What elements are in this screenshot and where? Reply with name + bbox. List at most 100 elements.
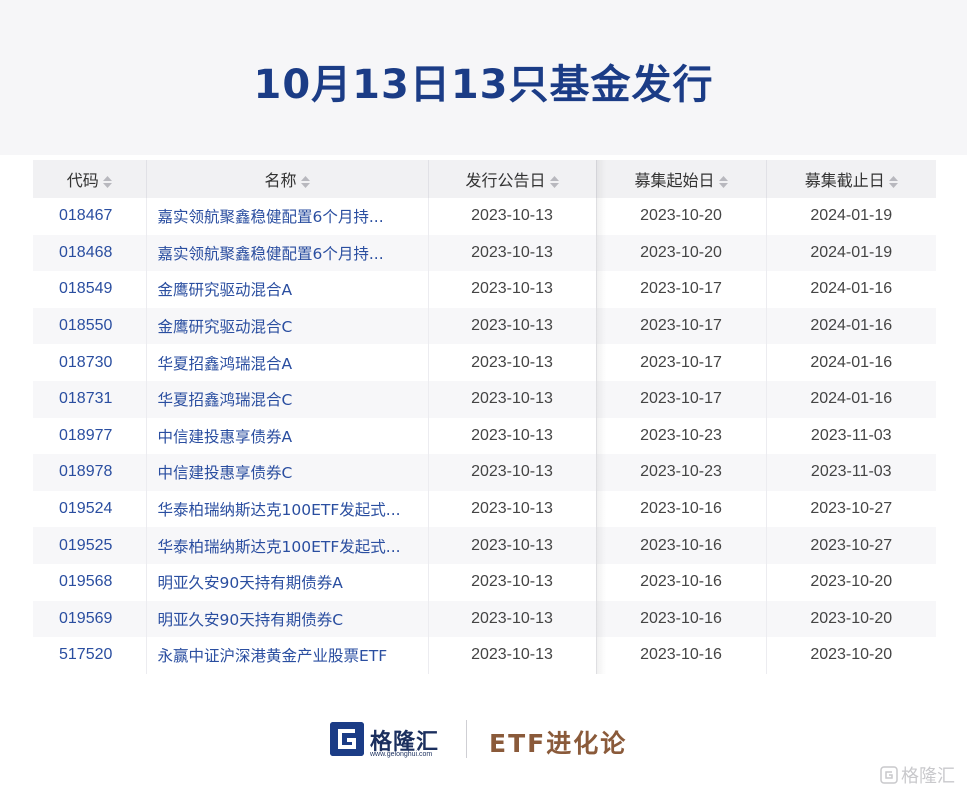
end-date: 2023-10-20 — [810, 609, 893, 627]
announce-date: 2023-10-13 — [428, 454, 597, 491]
end-date: 2023-10-27 — [810, 500, 893, 518]
start-date: 2023-10-16 — [596, 563, 767, 601]
start-date: 2023-10-17 — [596, 344, 767, 381]
fund-code-link[interactable]: 517520 — [33, 637, 147, 674]
end-date: 2024-01-19 — [810, 243, 893, 261]
sort-arrows-icon[interactable] — [300, 175, 310, 188]
fund-code-link[interactable]: 018730 — [33, 344, 147, 381]
announce-date: 2023-10-13 — [428, 527, 597, 564]
table-row: 018731 华夏招鑫鸿瑞混合C 2023-10-13 2023-10-17 2024-… — [33, 380, 936, 418]
start-date: 2023-10-16 — [596, 600, 767, 638]
table-row: 019568 明亚久安90天持有期债券A 2023-10-13 2023-10-16 2… — [33, 563, 936, 601]
end-date: 2024-01-16 — [810, 317, 893, 335]
fund-code-link[interactable]: 018468 — [33, 234, 147, 272]
end-date: 2024-01-16 — [810, 280, 893, 298]
header-name[interactable]: 名称 — [146, 160, 429, 198]
start-date: 2023-10-20 — [596, 198, 767, 235]
fund-name-link[interactable]: 明亚久安90天持有期债券C — [146, 600, 429, 638]
fund-name-link[interactable]: 华夏招鑫鸿瑞混合A — [146, 344, 429, 381]
fund-code-link[interactable]: 018978 — [33, 454, 147, 491]
announce-date: 2023-10-13 — [428, 637, 597, 674]
end-date: 2023-10-20 — [810, 573, 893, 591]
table-row: 018550 金鹰研究驱动混合C 2023-10-13 2023-10-17 2024-… — [33, 307, 936, 345]
fund-name-link[interactable]: 明亚久安90天持有期债券A — [146, 563, 429, 601]
table-row: 517520 永赢中证沪深港黄金产业股票ETF 2023-10-13 2023-10-… — [33, 637, 936, 674]
announce-date: 2023-10-13 — [428, 417, 597, 455]
table-row: 018467 嘉实领航聚鑫稳健配置6个月持... 2023-10-13 2023-10… — [33, 198, 936, 235]
sort-arrows-icon[interactable] — [102, 175, 112, 188]
table-row: 019524 华泰柏瑞纳斯达克100ETF发起式... 2023-10-13 2023… — [33, 490, 936, 528]
end-date: 2023-11-03 — [810, 426, 892, 444]
start-date: 2023-10-16 — [596, 490, 767, 528]
header-code[interactable]: 代码 — [33, 160, 147, 198]
fund-code-link[interactable]: 019568 — [33, 563, 147, 601]
fund-name-link[interactable]: 金鹰研究驱动混合C — [146, 307, 429, 345]
header-start-date[interactable]: 募集起始日 — [596, 160, 767, 198]
start-date: 2023-10-23 — [596, 417, 767, 455]
announce-date: 2023-10-13 — [428, 380, 597, 418]
table-row: 018730 华夏招鑫鸿瑞混合A 2023-10-13 2023-10-17 2024-… — [33, 344, 936, 381]
fund-code-link[interactable]: 018977 — [33, 417, 147, 455]
fund-code-link[interactable]: 018467 — [33, 198, 147, 235]
start-date: 2023-10-17 — [596, 307, 767, 345]
fund-name-link[interactable]: 嘉实领航聚鑫稳健配置6个月持... — [146, 198, 429, 235]
end-date: 2024-01-16 — [810, 353, 893, 371]
watermark-text: 格隆汇 — [901, 766, 955, 787]
table-row: 018549 金鹰研究驱动混合A 2023-10-13 2023-10-17 2024-… — [33, 271, 936, 308]
gelonghui-logo-url: www.gelonghui.com — [370, 751, 433, 758]
table-row: 019569 明亚久安90天持有期债券C 2023-10-13 2023-10-16 2… — [33, 600, 936, 638]
fund-name-link[interactable]: 金鹰研究驱动混合A — [146, 271, 429, 308]
end-date: 2024-01-19 — [810, 207, 893, 225]
fund-name-link[interactable]: 华夏招鑫鸿瑞混合C — [146, 380, 429, 418]
sort-arrows-icon[interactable] — [718, 175, 728, 188]
fund-name-link[interactable]: 华泰柏瑞纳斯达克100ETF发起式... — [146, 527, 429, 564]
footer-divider — [466, 720, 467, 758]
fund-code-link[interactable]: 019569 — [33, 600, 147, 638]
fund-name-link[interactable]: 中信建投惠享债券A — [146, 417, 429, 455]
etf-evolution-logo: ETF进化论 — [489, 729, 628, 758]
fund-code-link[interactable]: 018549 — [33, 271, 147, 308]
fund-name-link[interactable]: 中信建投惠享债券C — [146, 454, 429, 491]
announce-date: 2023-10-13 — [428, 563, 597, 601]
announce-date: 2023-10-13 — [428, 271, 597, 308]
watermark: 格隆汇 — [880, 762, 955, 789]
gelonghui-logo-icon — [330, 722, 364, 756]
page-title: 10月13日13只基金发行 — [253, 62, 714, 108]
header-announce-date[interactable]: 发行公告日 — [428, 160, 597, 198]
sort-arrows-icon[interactable] — [888, 175, 898, 188]
start-date: 2023-10-20 — [596, 234, 767, 272]
announce-date: 2023-10-13 — [428, 234, 597, 272]
fund-code-link[interactable]: 018550 — [33, 307, 147, 345]
end-date: 2024-01-16 — [810, 390, 893, 408]
fund-table-container: 代码 名称 发行公告日 募集起始日 募集截止日 018467 嘉实领航聚鑫稳健配置… — [33, 160, 936, 674]
end-date: 2023-10-20 — [810, 646, 893, 664]
announce-date: 2023-10-13 — [428, 198, 597, 235]
footer: 格隆汇 www.gelonghui.com ETF进化论 — [0, 712, 967, 768]
fund-code-link[interactable]: 019524 — [33, 490, 147, 528]
fund-name-link[interactable]: 永赢中证沪深港黄金产业股票ETF — [146, 637, 429, 674]
table-row: 018978 中信建投惠享债券C 2023-10-13 2023-10-23 2023-… — [33, 454, 936, 491]
announce-date: 2023-10-13 — [428, 490, 597, 528]
end-date: 2023-11-03 — [810, 463, 892, 481]
start-date: 2023-10-17 — [596, 271, 767, 308]
sort-arrows-icon[interactable] — [549, 175, 559, 188]
table-row: 018977 中信建投惠享债券A 2023-10-13 2023-10-23 2023-… — [33, 417, 936, 455]
table-row: 018468 嘉实领航聚鑫稳健配置6个月持... 2023-10-13 2023-10… — [33, 234, 936, 272]
start-date: 2023-10-16 — [596, 637, 767, 674]
fund-name-link[interactable]: 华泰柏瑞纳斯达克100ETF发起式... — [146, 490, 429, 528]
fund-name-link[interactable]: 嘉实领航聚鑫稳健配置6个月持... — [146, 234, 429, 272]
gelonghui-watermark-icon — [880, 765, 898, 789]
end-date: 2023-10-27 — [810, 536, 893, 554]
announce-date: 2023-10-13 — [428, 307, 597, 345]
table-row: 019525 华泰柏瑞纳斯达克100ETF发起式... 2023-10-13 2023… — [33, 527, 936, 564]
start-date: 2023-10-16 — [596, 527, 767, 564]
gelonghui-logo: 格隆汇 www.gelonghui.com — [330, 722, 466, 762]
header-end-date[interactable]: 募集截止日 — [766, 160, 936, 198]
start-date: 2023-10-17 — [596, 380, 767, 418]
fund-code-link[interactable]: 018731 — [33, 380, 147, 418]
announce-date: 2023-10-13 — [428, 344, 597, 381]
start-date: 2023-10-23 — [596, 454, 767, 491]
fund-code-link[interactable]: 019525 — [33, 527, 147, 564]
table-header-row: 代码 名称 发行公告日 募集起始日 募集截止日 — [33, 160, 936, 198]
announce-date: 2023-10-13 — [428, 600, 597, 638]
